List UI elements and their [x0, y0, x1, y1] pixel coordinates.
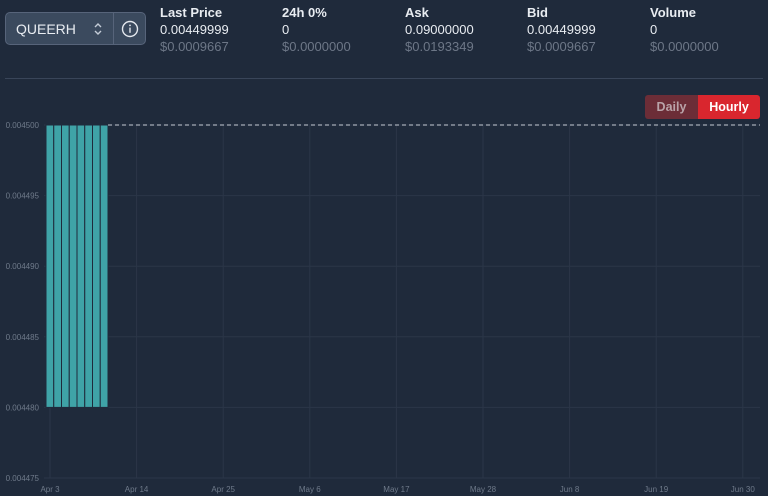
y-tick-label: 0.004495 — [6, 192, 40, 201]
x-tick-label: Jun 19 — [644, 485, 669, 494]
y-tick-label: 0.004480 — [6, 403, 40, 412]
chart-bar — [53, 124, 62, 408]
x-tick-label: Apr 3 — [40, 485, 60, 494]
hourly-button[interactable]: Hourly — [698, 95, 760, 119]
daily-button[interactable]: Daily — [645, 95, 698, 119]
x-tick-label: Apr 14 — [125, 485, 149, 494]
chart-bar — [68, 124, 78, 408]
chart-bar — [76, 124, 86, 408]
exchange-pair-view: QUEERH Last Price 0.00449999 $0.0009667 … — [0, 0, 768, 496]
x-tick-label: May 6 — [299, 485, 321, 494]
chart-bar — [61, 124, 70, 408]
x-tick-label: Jun 30 — [731, 485, 756, 494]
chart-bar — [45, 124, 55, 408]
x-tick-label: May 17 — [383, 485, 410, 494]
y-tick-label: 0.004490 — [6, 262, 40, 271]
x-tick-label: Jun 8 — [560, 485, 580, 494]
y-tick-label: 0.004475 — [6, 474, 40, 483]
chart-bar — [84, 124, 93, 408]
x-tick-label: Apr 25 — [211, 485, 235, 494]
chart-bar — [99, 124, 109, 408]
interval-toggle: Daily Hourly — [645, 95, 760, 119]
y-tick-label: 0.004485 — [6, 333, 40, 342]
x-tick-label: May 28 — [470, 485, 497, 494]
price-chart[interactable]: 0.004500 0.004495 0.004490 0.004485 0.004480… — [0, 0, 768, 496]
y-tick-label: 0.004500 — [6, 121, 40, 130]
chart-bar — [92, 124, 101, 408]
